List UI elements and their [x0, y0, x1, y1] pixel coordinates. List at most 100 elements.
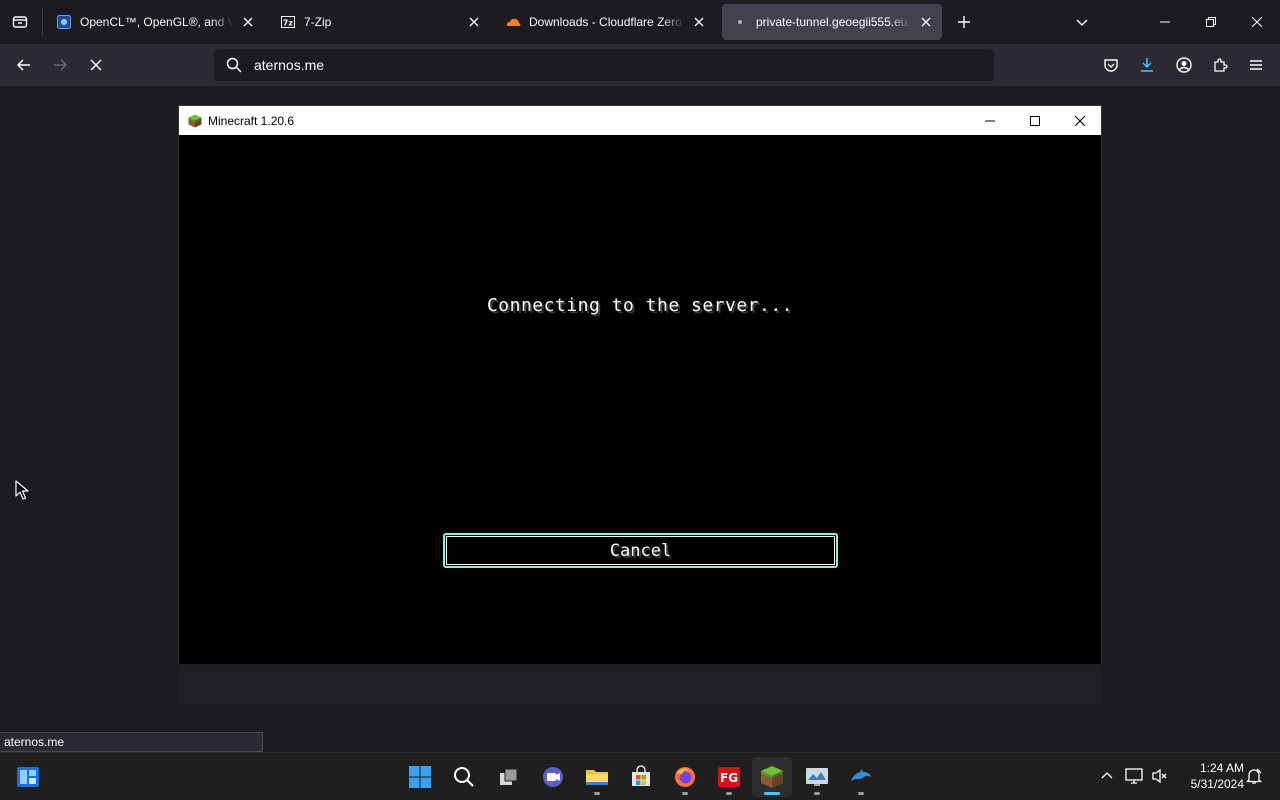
- running-indicator: [682, 792, 688, 795]
- notifications-button[interactable]: [1243, 765, 1265, 787]
- close-icon: [694, 17, 704, 27]
- tab-separator: [42, 8, 43, 36]
- search-icon: [454, 767, 474, 787]
- firefox-icon: [675, 767, 695, 787]
- system-clock[interactable]: 1:24 AM 5/31/2024: [1178, 760, 1244, 792]
- cancel-button[interactable]: Cancel: [443, 533, 838, 568]
- account-button[interactable]: [1168, 49, 1200, 81]
- loading-dot-icon: [732, 14, 748, 30]
- hamburger-menu-icon: [1250, 60, 1262, 70]
- maximize-icon: [1030, 115, 1040, 126]
- clock-date: 5/31/2024: [1190, 777, 1244, 791]
- minecraft-window: Minecraft 1.20.6 Connecting to the serve…: [178, 105, 1102, 664]
- close-icon: [1252, 17, 1262, 27]
- minecraft-minimize-button[interactable]: [967, 106, 1013, 135]
- new-tab-button[interactable]: [950, 8, 978, 36]
- address-bar[interactable]: aternos.me: [214, 49, 994, 81]
- tab-title: OpenCL™, OpenGL®, and Vulkan: [80, 15, 234, 29]
- monitor-app-icon: [806, 768, 828, 786]
- network-icon: [1125, 768, 1143, 784]
- 7zip-favicon-icon: 7z: [280, 14, 296, 30]
- widgets-button[interactable]: [8, 757, 48, 797]
- show-hidden-icons-button[interactable]: [1096, 765, 1118, 787]
- mouse-cursor-icon: [15, 480, 29, 500]
- minecraft-grass-block-icon: [188, 114, 202, 127]
- puzzle-icon: [1214, 58, 1228, 72]
- close-icon: [243, 17, 253, 27]
- pocket-icon: [1104, 59, 1118, 72]
- volume-button[interactable]: [1149, 765, 1171, 787]
- list-all-tabs-button[interactable]: [1068, 8, 1096, 36]
- dolphin-app-button[interactable]: [841, 757, 881, 797]
- minecraft-taskbar-button[interactable]: [752, 757, 792, 797]
- minecraft-close-button[interactable]: [1057, 106, 1103, 135]
- tab-private-tunnel[interactable]: private-tunnel.geoegii555.eu.org: [722, 4, 942, 40]
- search-icon: [214, 57, 254, 73]
- tab-7zip[interactable]: 7z 7-Zip: [270, 4, 490, 40]
- stop-icon: [90, 59, 102, 71]
- plus-icon: [958, 16, 970, 28]
- minimize-icon: [985, 120, 995, 121]
- browser-close-button[interactable]: [1234, 0, 1280, 44]
- task-view-icon: [500, 768, 518, 785]
- browser-restore-button[interactable]: [1188, 0, 1234, 44]
- close-icon: [469, 17, 479, 27]
- taskbar-search-button[interactable]: [444, 757, 484, 797]
- fg-app-icon: FG: [718, 767, 740, 787]
- minecraft-maximize-button[interactable]: [1012, 106, 1058, 135]
- file-explorer-icon: [586, 770, 608, 785]
- svg-text:7z: 7z: [283, 19, 294, 28]
- start-icon: [409, 766, 431, 788]
- restore-icon: [1206, 17, 1216, 27]
- tab-title: private-tunnel.geoegii555.eu.org: [756, 15, 912, 29]
- tab-close-button[interactable]: [238, 12, 258, 32]
- downloads-button[interactable]: [1131, 49, 1163, 81]
- connecting-status-text: Connecting to the server...: [486, 295, 794, 316]
- svg-text:FG: FG: [720, 771, 738, 785]
- network-status-button[interactable]: [1123, 765, 1145, 787]
- tab-cloudflare-downloads[interactable]: Downloads - Cloudflare Zero Trust: [495, 4, 715, 40]
- tab-close-button[interactable]: [464, 12, 484, 32]
- ms-store-button[interactable]: [621, 757, 661, 797]
- tab-title: 7-Zip: [304, 15, 332, 29]
- task-view-button[interactable]: [489, 757, 529, 797]
- account-icon: [1176, 57, 1192, 73]
- running-indicator: [814, 792, 820, 795]
- tab-close-button[interactable]: [916, 12, 936, 32]
- minecraft-titlebar[interactable]: Minecraft 1.20.6: [179, 106, 1101, 135]
- close-icon: [921, 17, 931, 27]
- opencl-favicon-icon: [56, 14, 72, 30]
- extensions-button[interactable]: [1204, 49, 1236, 81]
- minecraft-icon: [761, 766, 783, 788]
- minecraft-window-title: Minecraft 1.20.6: [208, 113, 295, 128]
- link-status-overlay: aternos.me: [0, 732, 263, 752]
- start-button[interactable]: [400, 757, 440, 797]
- active-indicator: [764, 792, 780, 795]
- back-button[interactable]: [8, 49, 40, 81]
- tab-close-button[interactable]: [689, 12, 709, 32]
- window-shadow: [178, 665, 1102, 705]
- download-icon: [1141, 58, 1153, 72]
- stop-loading-button[interactable]: [80, 49, 112, 81]
- fg-app-button[interactable]: FG: [709, 757, 749, 797]
- browser-minimize-button[interactable]: [1142, 0, 1188, 44]
- firefox-view-button[interactable]: [4, 6, 36, 38]
- monitor-app-button[interactable]: [797, 757, 837, 797]
- navigation-toolbar: aternos.me: [0, 44, 1280, 86]
- minimize-icon: [1160, 21, 1170, 23]
- pocket-button[interactable]: [1095, 49, 1127, 81]
- url-text[interactable]: aternos.me: [254, 57, 324, 73]
- ms-store-icon: [632, 765, 650, 786]
- cloudflare-favicon-icon: [505, 14, 521, 30]
- file-explorer-button[interactable]: [577, 757, 617, 797]
- windows-taskbar: FG 1:24 AM 5/31/2024: [0, 752, 1280, 800]
- arrow-right-icon: [54, 59, 68, 71]
- tab-opencl[interactable]: OpenCL™, OpenGL®, and Vulkan: [46, 4, 264, 40]
- running-indicator: [594, 792, 600, 795]
- teams-chat-button[interactable]: [533, 757, 573, 797]
- forward-button[interactable]: [44, 49, 76, 81]
- chevron-up-icon: [1101, 772, 1113, 779]
- firefox-taskbar-button[interactable]: [665, 757, 705, 797]
- app-menu-button[interactable]: [1240, 49, 1272, 81]
- dolphin-app-icon: [851, 769, 871, 781]
